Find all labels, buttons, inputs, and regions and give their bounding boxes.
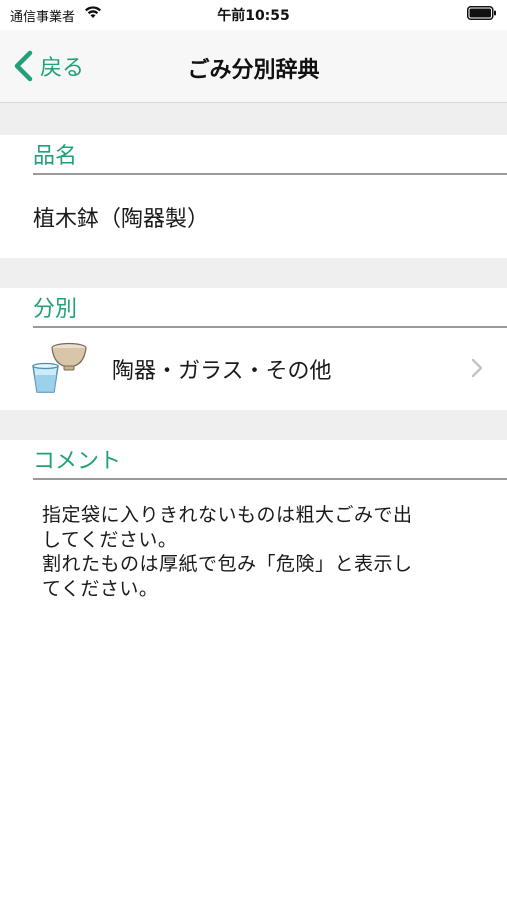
item-name-header-label: 品名 (33, 144, 78, 169)
category-header-label: 分別 (33, 297, 78, 322)
category-label: 陶器・ガラス・その他 (112, 359, 332, 384)
status-time: 午前10:55 (217, 8, 290, 24)
status-bar: 通信事業者 午前10:55 (0, 0, 507, 30)
section-separator (0, 410, 507, 440)
comment-text: 指定袋に入りきれないものは粗大ごみで出 してください。 割れたものは厚紙で包み「… (42, 503, 482, 601)
comment-line: 割れたものは厚紙で包み「危険」と表示し (42, 553, 413, 575)
category-row[interactable]: 陶器・ガラス・その他 (0, 326, 507, 410)
category-section-header: 分別 (33, 288, 507, 328)
comment-line: してください。 (42, 528, 178, 551)
item-name-section-header: 品名 (33, 135, 507, 175)
page-title: ごみ分別辞典 (187, 58, 320, 83)
screen: 通信事業者 午前10:55 戻る ごみ分別辞典 品名 植木鉢（陶器製） 分別 陶… (0, 0, 507, 900)
comment-line: てください。 (42, 577, 159, 600)
chevron-right-icon (471, 358, 483, 378)
battery-icon (467, 6, 496, 20)
comment-line: 指定袋に入りきれないものは粗大ごみで出 (42, 504, 413, 526)
section-separator (0, 258, 507, 288)
bowl-and-glass-icon (32, 342, 87, 393)
comment-section-header: コメント (33, 440, 507, 480)
section-separator (0, 103, 507, 135)
item-name-value: 植木鉢（陶器製） (33, 207, 210, 232)
navigation-bar: 戻る ごみ分別辞典 (0, 30, 507, 103)
comment-header-label: コメント (33, 449, 122, 474)
